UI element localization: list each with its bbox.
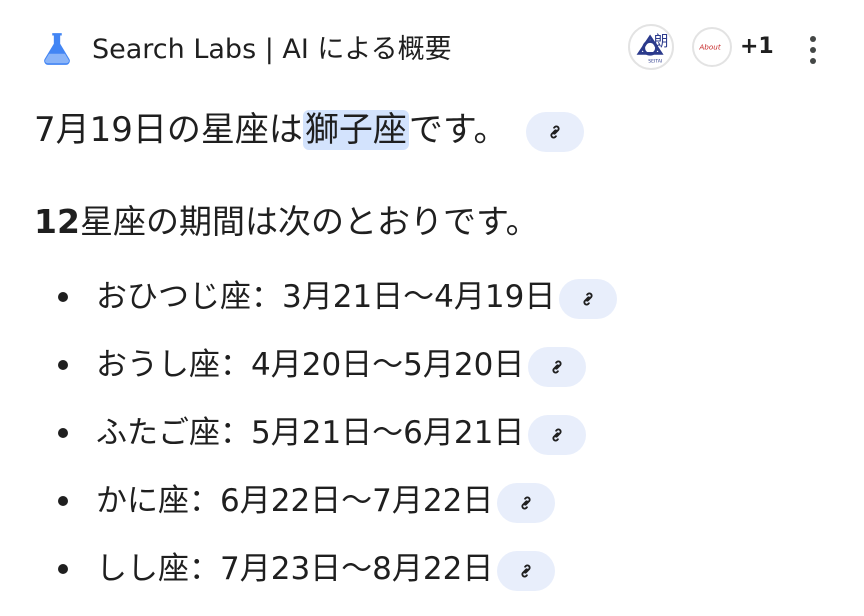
svg-text:朗: 朗 bbox=[654, 33, 669, 50]
link-icon bbox=[550, 125, 560, 138]
list-item: しし座：7月23日〜8月22日 bbox=[0, 548, 864, 616]
seitai-logo-icon: 朗 SEITAI bbox=[636, 33, 669, 65]
answer-headline: 7月19日の星座は獅子座です。 bbox=[34, 108, 585, 152]
zodiac-list: おひつじ座：3月21日〜4月19日 おうし座：4月20日〜5月20日 ふたご座：… bbox=[0, 276, 864, 616]
list-item-text: おひつじ座：3月21日〜4月19日 bbox=[96, 279, 556, 315]
citation-link-chip[interactable] bbox=[559, 278, 618, 319]
citation-link-chip[interactable] bbox=[528, 414, 587, 455]
headline-suffix: です。 bbox=[408, 110, 508, 150]
link-icon bbox=[552, 360, 562, 373]
list-item: ふたご座：5月21日〜6月21日 bbox=[0, 412, 864, 480]
citation-link-chip[interactable] bbox=[497, 550, 556, 591]
labs-flask-icon bbox=[44, 33, 70, 65]
citation-link-chip[interactable] bbox=[526, 111, 585, 152]
list-item: おひつじ座：3月21日〜4月19日 bbox=[0, 276, 864, 344]
ai-overview-header: Search Labs | AI による概要 朗 SEITAI About +1 bbox=[0, 0, 864, 100]
link-icon bbox=[583, 292, 593, 305]
list-item: おうし座：4月20日〜5月20日 bbox=[0, 344, 864, 412]
svg-text:SEITAI: SEITAI bbox=[648, 59, 662, 65]
link-icon bbox=[521, 564, 531, 577]
sources-stack[interactable]: 朗 SEITAI About +1 bbox=[628, 24, 774, 72]
citation-link-chip[interactable] bbox=[528, 346, 587, 387]
list-item-text: ふたご座：5月21日〜6月21日 bbox=[96, 415, 525, 451]
bullet bbox=[58, 428, 68, 438]
header-title: Search Labs | AI による概要 bbox=[92, 34, 452, 65]
list-item-text: しし座：7月23日〜8月22日 bbox=[96, 551, 494, 587]
intro-number: 12 bbox=[34, 202, 80, 241]
about-logo-icon: About bbox=[698, 43, 721, 52]
list-item: かに座：6月22日〜7月22日 bbox=[0, 480, 864, 548]
headline-prefix: 7月19日の星座は bbox=[34, 110, 303, 150]
intro-text: 12星座の期間は次のとおりです。 bbox=[34, 200, 539, 244]
source-logo-seitai[interactable]: 朗 SEITAI bbox=[628, 24, 674, 70]
sources-extra-count[interactable]: +1 bbox=[740, 34, 774, 59]
source-logo-about[interactable]: About bbox=[692, 27, 732, 67]
link-icon bbox=[552, 428, 562, 441]
list-item-text: おうし座：4月20日〜5月20日 bbox=[96, 347, 525, 383]
bullet bbox=[58, 292, 68, 302]
intro-rest: 星座の期間は次のとおりです。 bbox=[79, 202, 539, 241]
list-item-text: かに座：6月22日〜7月22日 bbox=[96, 483, 494, 519]
link-icon bbox=[521, 496, 531, 509]
bullet bbox=[58, 496, 68, 506]
more-options-icon[interactable] bbox=[800, 36, 826, 66]
citation-link-chip[interactable] bbox=[497, 482, 556, 523]
svg-text:About: About bbox=[698, 43, 721, 52]
bullet bbox=[58, 360, 68, 370]
headline-highlight: 獅子座 bbox=[302, 110, 409, 150]
bullet bbox=[58, 564, 68, 574]
